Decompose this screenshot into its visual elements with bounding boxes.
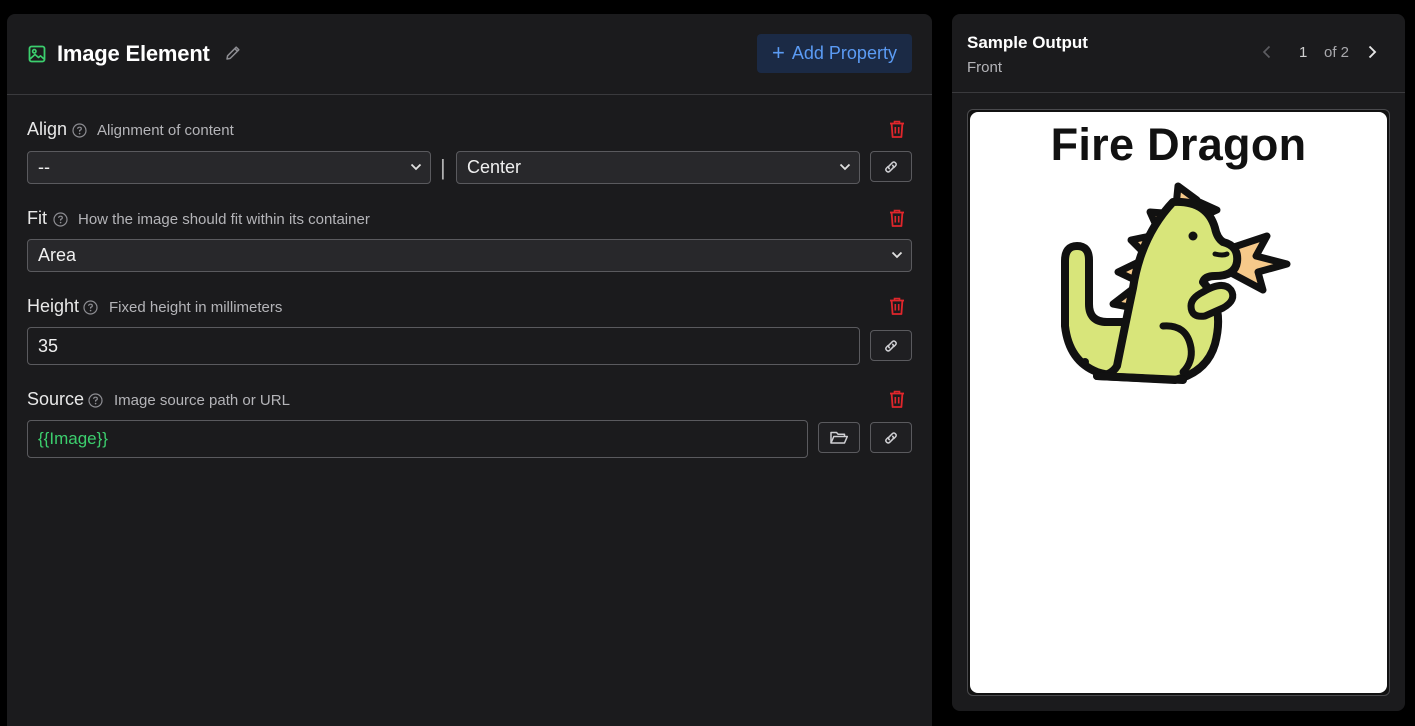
align-separator: | xyxy=(440,155,446,180)
property-source-header: Source Image source path or URL xyxy=(27,389,912,413)
height-link-button[interactable] xyxy=(870,330,912,361)
help-circle-icon[interactable] xyxy=(53,212,68,227)
chevron-left-icon[interactable] xyxy=(1260,44,1274,60)
browse-file-button[interactable] xyxy=(818,422,860,453)
card-preview-frame: Fire Dragon xyxy=(967,109,1390,696)
app-root: Image Element + Add Property Align Align… xyxy=(0,0,1415,726)
trash-icon[interactable] xyxy=(888,119,906,139)
chevron-down-icon xyxy=(410,163,422,171)
property-align: Align Alignment of content -- | Center xyxy=(27,119,912,184)
property-description: How the image should fit within its cont… xyxy=(78,211,370,228)
link-icon xyxy=(885,160,897,173)
height-input[interactable]: 35 xyxy=(27,327,860,365)
card-side-label: Front xyxy=(967,59,1003,76)
trash-icon[interactable] xyxy=(888,296,906,316)
align-horizontal-select[interactable]: -- xyxy=(27,151,431,184)
page-number: 1 xyxy=(1299,44,1308,61)
property-name: Source xyxy=(27,389,85,409)
sample-output-panel: Sample Output Front 1 of 2 Fire Dragon xyxy=(952,14,1405,711)
property-description: Alignment of content xyxy=(97,122,234,139)
select-value: Center xyxy=(467,157,522,177)
property-fit-header: Fit How the image should fit within its … xyxy=(27,208,912,232)
link-icon xyxy=(885,339,897,352)
element-title: Image Element xyxy=(57,41,210,66)
green-dragon-icon xyxy=(1061,182,1291,384)
editor-header: Image Element + Add Property xyxy=(7,14,932,95)
fit-select[interactable]: Area xyxy=(27,239,912,272)
image-icon xyxy=(28,45,46,63)
property-description: Image source path or URL xyxy=(114,392,290,409)
input-value: {{Image}} xyxy=(38,429,108,448)
property-height-header: Height Fixed height in millimeters xyxy=(27,296,912,320)
pencil-icon[interactable] xyxy=(224,44,242,62)
chevron-down-icon xyxy=(891,251,903,259)
source-input[interactable]: {{Image}} xyxy=(27,420,808,458)
property-name: Fit xyxy=(27,208,47,228)
help-circle-icon[interactable] xyxy=(83,300,98,315)
select-value: Area xyxy=(38,245,77,265)
help-circle-icon[interactable] xyxy=(72,123,87,138)
card-preview: Fire Dragon xyxy=(970,112,1387,693)
chevron-right-icon[interactable] xyxy=(1365,44,1379,60)
select-value: -- xyxy=(38,157,50,177)
element-editor-panel: Image Element + Add Property Align Align… xyxy=(7,14,932,726)
link-icon xyxy=(885,431,897,444)
page-total: of 2 xyxy=(1324,44,1350,61)
sample-output-title: Sample Output xyxy=(967,33,1088,52)
align-link-button[interactable] xyxy=(870,151,912,182)
chevron-down-icon xyxy=(839,163,851,171)
property-align-header: Align Alignment of content xyxy=(27,119,912,143)
property-name: Align xyxy=(27,119,68,139)
property-fit: Fit How the image should fit within its … xyxy=(27,208,912,272)
help-circle-icon[interactable] xyxy=(88,393,103,408)
card-title: Fire Dragon xyxy=(1050,119,1307,170)
trash-icon[interactable] xyxy=(888,389,906,409)
property-description: Fixed height in millimeters xyxy=(109,299,283,316)
sample-output-header: Sample Output Front 1 of 2 xyxy=(952,14,1405,93)
property-height: Height Fixed height in millimeters 35 xyxy=(27,296,912,365)
trash-icon[interactable] xyxy=(888,208,906,228)
plus-icon: + xyxy=(772,39,785,65)
folder-open-icon xyxy=(830,431,849,444)
add-property-label: Add Property xyxy=(791,43,897,63)
align-vertical-select[interactable]: Center xyxy=(456,151,860,184)
add-property-button[interactable]: + Add Property xyxy=(757,34,912,73)
source-link-button[interactable] xyxy=(870,422,912,453)
property-name: Height xyxy=(27,296,80,316)
input-value: 35 xyxy=(38,336,59,356)
property-source: Source Image source path or URL {{Image}… xyxy=(27,389,912,458)
